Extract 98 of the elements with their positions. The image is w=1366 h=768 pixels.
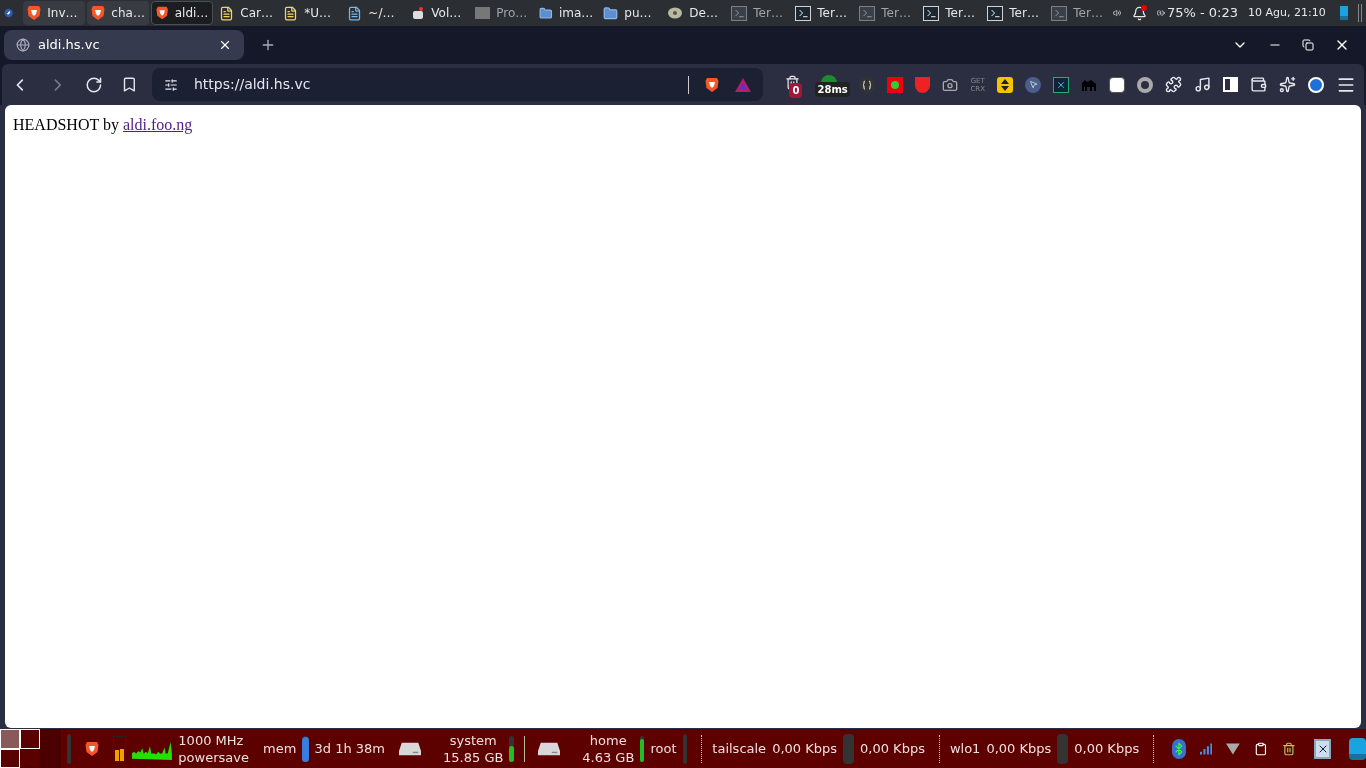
bluetooth-icon[interactable] (1172, 738, 1186, 759)
clock-text[interactable]: 10 Agu, 21:10 (1247, 4, 1326, 22)
sparkle-icon[interactable] (1279, 76, 1296, 93)
task-button[interactable]: Ter… (791, 1, 854, 25)
play-list-icon[interactable] (887, 76, 904, 93)
task-button[interactable]: Ter… (919, 1, 982, 25)
note-icon (219, 5, 235, 21)
x-square-icon[interactable] (1053, 76, 1069, 93)
sidebar-icon[interactable] (1223, 77, 1238, 92)
panel-handle-icon[interactable] (1357, 4, 1362, 22)
cpu-frequency: 1000 MHz (178, 731, 245, 749)
network-name: wlo1 (949, 739, 981, 758)
lion-shield-icon (27, 5, 42, 21)
desktop-icon[interactable] (1339, 6, 1348, 20)
task-button[interactable]: cha… (87, 1, 150, 25)
ring-icon[interactable] (1137, 76, 1153, 93)
restore-icon[interactable] (1302, 39, 1314, 51)
terminal-icon (923, 5, 940, 21)
swirl-icon[interactable] (1308, 76, 1324, 93)
globe-icon (16, 38, 30, 52)
braces-icon[interactable] (859, 76, 876, 93)
notepad-icon (347, 5, 363, 21)
uptime-text: 3d 1h 38m (314, 739, 385, 758)
network-meter (843, 733, 855, 764)
page-link[interactable]: aldi.foo.ng (122, 116, 193, 133)
disk-name: system (449, 731, 497, 749)
task-button[interactable]: Vol… (407, 1, 470, 25)
panel-meter (682, 733, 688, 764)
desktop-cell[interactable] (40, 748, 61, 768)
task-button[interactable]: ~/… (343, 1, 406, 25)
battery-text: 75% - 0:23 (1166, 4, 1238, 23)
bookmark-icon[interactable] (121, 76, 138, 93)
triangle-icon[interactable] (735, 77, 752, 92)
cursor-icon[interactable] (1025, 76, 1041, 93)
up-down-arrows-icon[interactable] (997, 76, 1013, 93)
download-rate: 0,00 Kbps (986, 739, 1052, 758)
terminal-icon (731, 5, 748, 21)
network-name: tailscale (712, 739, 767, 758)
signal-bars-icon[interactable] (1199, 740, 1213, 757)
address-text: https://aldi.hs.vc (193, 75, 312, 94)
task-button[interactable]: Ter… (983, 1, 1046, 25)
terminal-icon (1051, 5, 1068, 21)
task-button[interactable]: *U… (279, 1, 342, 25)
task-button[interactable]: ima… (535, 1, 598, 25)
task-button[interactable]: aldi… (151, 1, 214, 25)
root-label: root (650, 739, 677, 758)
task-button[interactable]: De… (663, 1, 726, 25)
upload-rate: 0,00 Kbps (860, 739, 925, 758)
new-tab-icon[interactable] (260, 37, 276, 53)
close-icon[interactable] (218, 38, 232, 52)
camera-icon[interactable] (942, 76, 959, 93)
site-settings-icon[interactable] (163, 77, 178, 92)
lion-shield-icon[interactable] (705, 76, 720, 93)
memory-label: mem (262, 739, 297, 758)
reload-icon[interactable] (85, 75, 104, 94)
task-button[interactable]: Ter… (855, 1, 918, 25)
funnel-icon[interactable] (1226, 740, 1241, 757)
window-icon (475, 7, 491, 19)
task-button[interactable]: pu… (599, 1, 662, 25)
task-button[interactable]: Inv… (23, 1, 86, 25)
task-button[interactable]: Car… (215, 1, 278, 25)
browser-tab[interactable]: aldi.hs.vc (4, 30, 244, 60)
counter-badge: 0 (789, 82, 803, 98)
extensions-icon[interactable] (1165, 76, 1182, 93)
download-rate: 0,00 Kbps (772, 739, 837, 758)
panel-meter (66, 733, 72, 764)
ping-badge: 28ms (815, 81, 850, 97)
note-icon (283, 5, 299, 21)
lion-shield-icon (85, 740, 100, 757)
upload-rate: 0,00 Kbps (1074, 739, 1140, 758)
lion-shield-icon (91, 5, 106, 21)
disk-name: home (589, 731, 627, 749)
tab-title: aldi.hs.vc (38, 36, 101, 55)
terminal-icon (987, 5, 1004, 21)
notification-icon[interactable] (1131, 5, 1147, 21)
drive-icon (667, 6, 684, 20)
address-bar[interactable]: https://aldi.hs.vc (151, 68, 764, 101)
desktop-icon[interactable] (1349, 737, 1366, 760)
shield-icon[interactable] (915, 76, 931, 93)
page-text: HEADSHOT by aldi.foo.ng (13, 115, 194, 136)
task-button[interactable]: Ter… (727, 1, 790, 25)
desktop-cell[interactable] (20, 748, 41, 768)
desktop-cell[interactable] (40, 729, 61, 749)
terminal-icon (859, 5, 876, 21)
task-button[interactable]: Pro… (471, 1, 534, 25)
wallet-icon[interactable] (1250, 76, 1267, 93)
network-meter (1057, 733, 1069, 764)
disk-size: 4.63 GB (582, 748, 635, 766)
music-icon[interactable] (1194, 76, 1211, 93)
speaker-app-icon (411, 6, 426, 20)
cpu-governor: powersave (178, 748, 249, 766)
folder-icon (603, 5, 619, 21)
disk-size: 15.85 GB (443, 748, 504, 766)
terminal-icon (795, 5, 812, 21)
task-button[interactable]: Ter… (1047, 1, 1110, 25)
folder-icon (539, 5, 553, 21)
screenshot-icon[interactable] (1313, 738, 1332, 759)
lion-shield-icon (156, 5, 169, 21)
